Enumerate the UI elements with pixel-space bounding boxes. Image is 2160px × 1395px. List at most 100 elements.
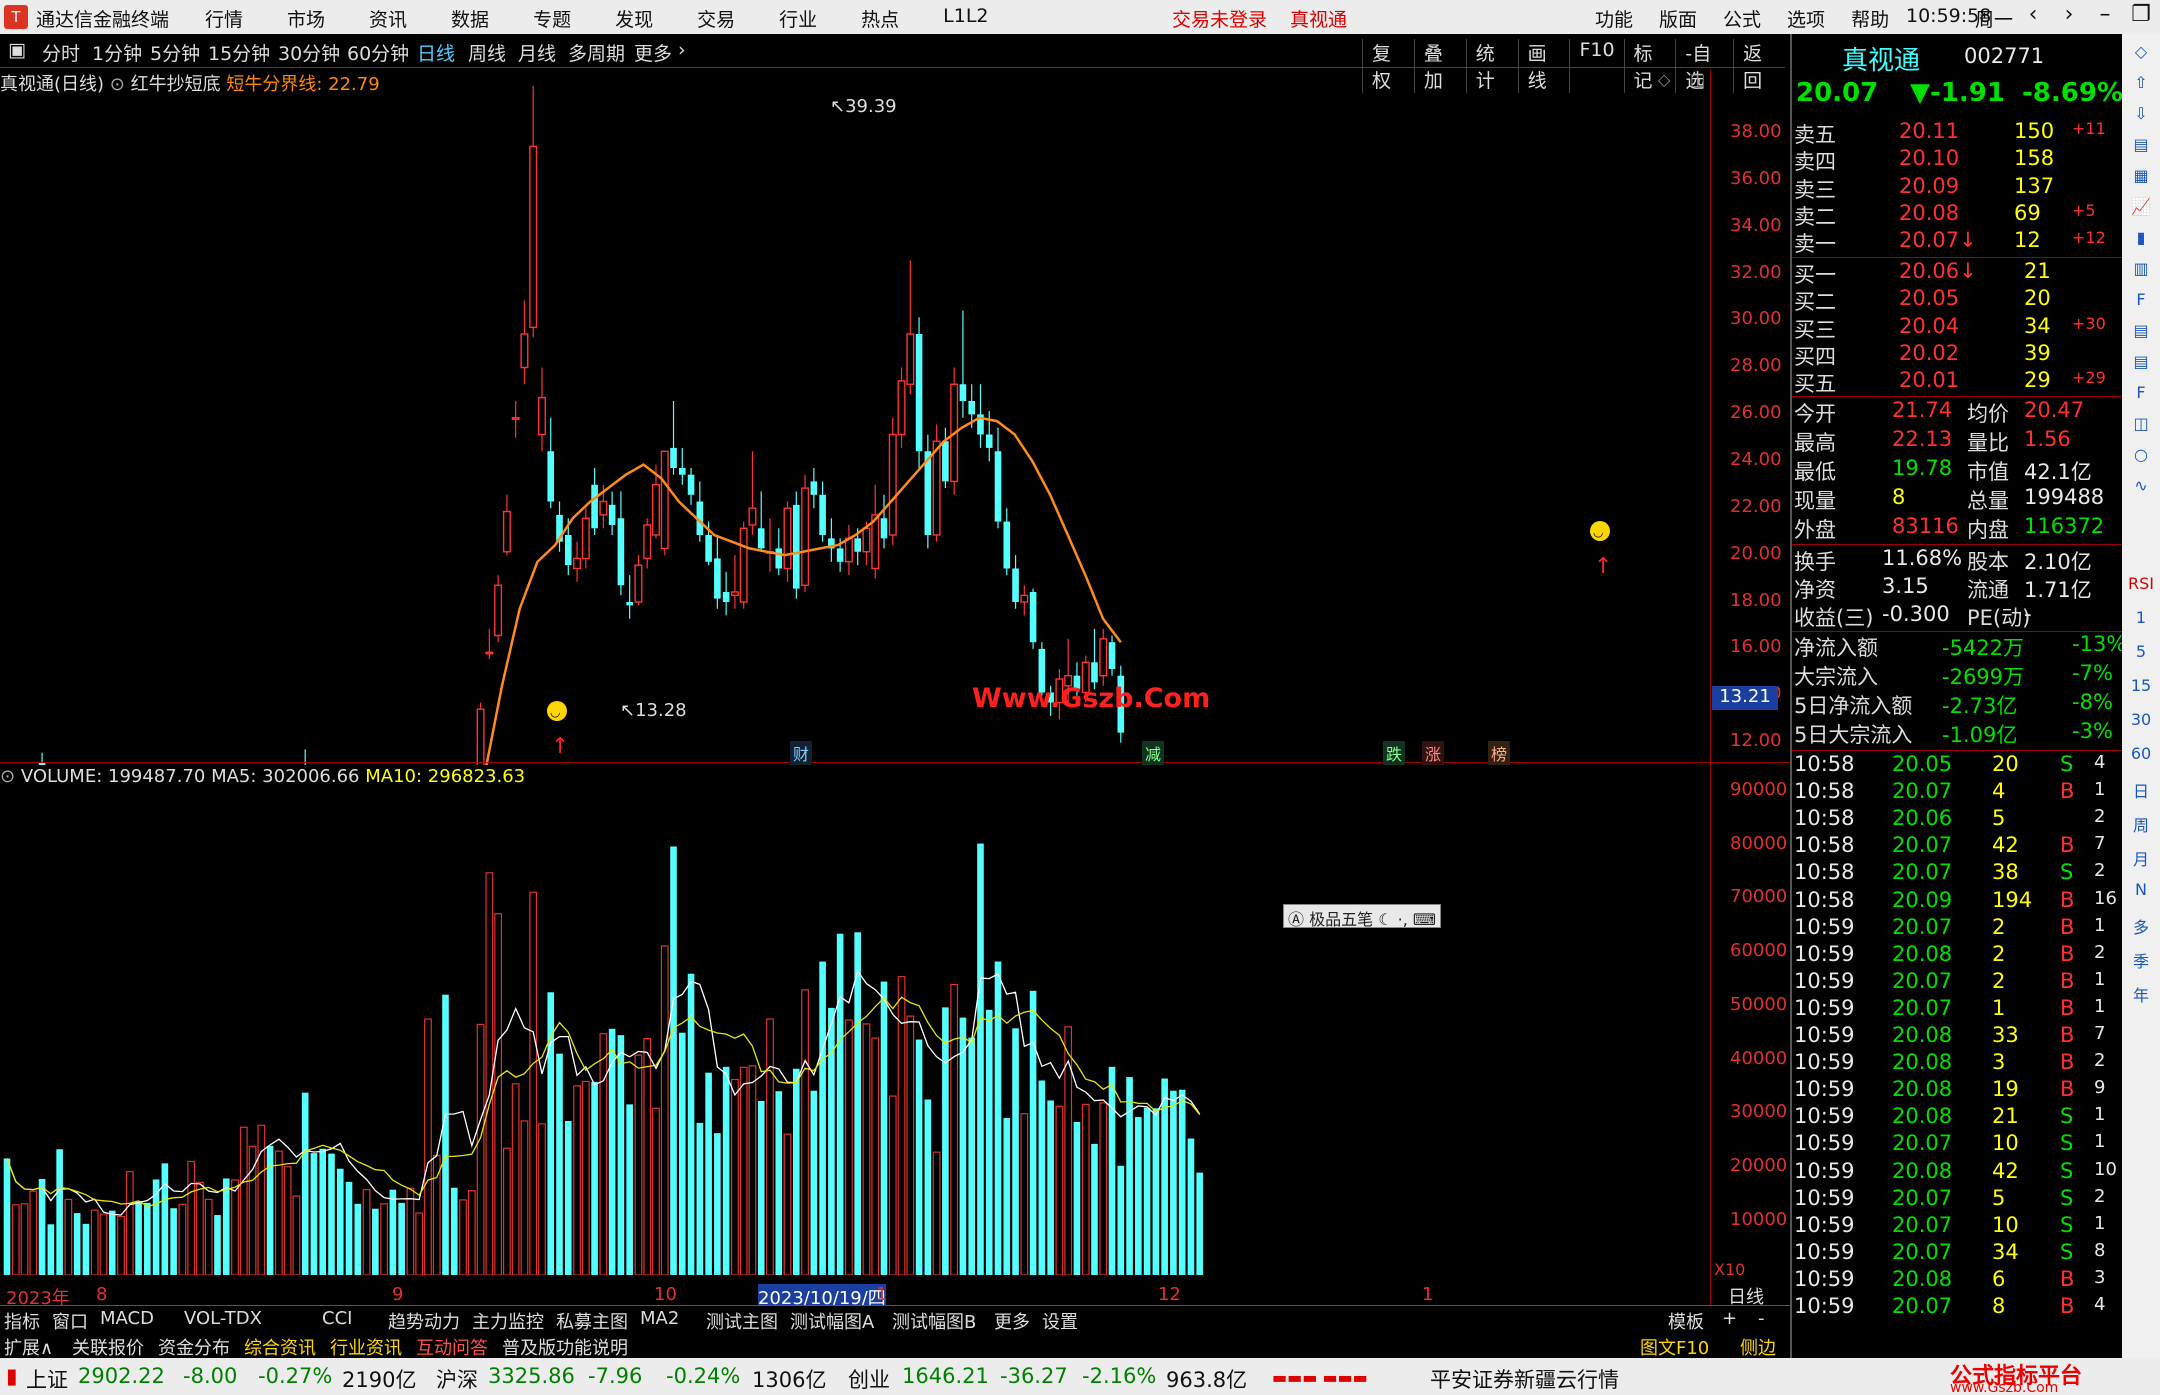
volume-bar[interactable]	[362, 1189, 371, 1275]
period-more[interactable]: 更多	[634, 39, 672, 66]
volume-bar[interactable]	[705, 1072, 712, 1275]
f2-icon[interactable]: F	[2126, 383, 2156, 402]
volume-bar[interactable]	[617, 1035, 625, 1275]
volume-bar[interactable]	[547, 992, 555, 1275]
info-tab[interactable]: 互动问答	[416, 1334, 488, 1360]
candle-body[interactable]	[994, 451, 1002, 522]
volume-bar[interactable]	[47, 1224, 55, 1275]
volume-bar[interactable]	[854, 932, 861, 1275]
candle-body[interactable]	[775, 548, 783, 569]
info-tab[interactable]: 扩展∧	[4, 1334, 53, 1360]
stat-row[interactable]: 外盘 83116 内盘 116372	[1792, 514, 2122, 542]
menu-item[interactable]: 行业	[779, 5, 817, 32]
bar-icon[interactable]: ▥	[2126, 259, 2156, 278]
flag-rise[interactable]: 涨	[1422, 741, 1445, 765]
keyboard-icon[interactable]: ⌨	[1413, 910, 1436, 929]
chart-icon[interactable]: 📈	[2126, 197, 2156, 216]
candle-body[interactable]	[1020, 594, 1029, 603]
volume-bar[interactable]	[398, 1202, 405, 1275]
volume-bar[interactable]	[810, 1090, 818, 1275]
volume-bar[interactable]	[1055, 1105, 1064, 1275]
indicator-tab[interactable]: 测试主图	[706, 1308, 778, 1334]
zoom-in-button[interactable]: +	[1722, 1308, 1737, 1329]
tick-row[interactable]: 10:59 20.08 3 B 2	[1792, 1050, 2122, 1077]
up-icon[interactable]: ⇧	[2126, 73, 2156, 92]
period-shortcut[interactable]: 1	[2126, 608, 2156, 627]
period-tab-active[interactable]: 日线	[417, 39, 455, 66]
volume-bar[interactable]	[144, 1202, 151, 1275]
volume-bar[interactable]	[1135, 1117, 1142, 1275]
menu-item[interactable]: 资讯	[369, 5, 407, 32]
menu-item[interactable]: 市场	[287, 5, 325, 32]
flow-row[interactable]: 大宗流入 -2699万 -7%	[1792, 661, 2122, 689]
period-shortcut[interactable]: 月	[2126, 846, 2156, 870]
tick-row[interactable]: 10:59 20.07 2 B 1	[1792, 915, 2122, 942]
list-icon[interactable]: ▤	[2126, 352, 2156, 371]
volume-bar[interactable]	[170, 1208, 177, 1275]
candle-body[interactable]	[819, 494, 826, 535]
forward-icon[interactable]: ›	[2051, 2, 2087, 27]
volume-bar[interactable]	[924, 1099, 932, 1276]
volume-bar[interactable]	[222, 1178, 230, 1275]
volume-bar[interactable]	[950, 983, 959, 1275]
candle-body[interactable]	[687, 474, 695, 495]
volume-bar[interactable]	[556, 1053, 563, 1275]
volume-bar[interactable]	[942, 1007, 949, 1275]
candle-body[interactable]	[985, 434, 993, 448]
indicator-tab[interactable]: 测试幅图B	[892, 1308, 976, 1334]
restore-icon[interactable]: ❐	[2123, 2, 2159, 27]
volume-bar[interactable]	[766, 1018, 774, 1275]
candle-body[interactable]	[932, 440, 941, 536]
stat-row[interactable]: 最低 19.78 市值 42.1亿	[1792, 456, 2122, 484]
candle-body[interactable]	[783, 507, 792, 570]
volume-bar[interactable]	[82, 1223, 90, 1275]
flow-row[interactable]: 5日大宗流入 -1.09亿 -3%	[1792, 719, 2122, 747]
volume-bar[interactable]	[117, 1215, 125, 1276]
volume-bar[interactable]	[626, 1104, 633, 1275]
volume-bar[interactable]	[634, 1054, 643, 1275]
volume-bar[interactable]	[793, 1068, 800, 1275]
menu-item[interactable]: 交易	[697, 5, 735, 32]
candle-body[interactable]	[547, 451, 555, 502]
menu-layout[interactable]: 版面	[1659, 5, 1697, 32]
volume-bar[interactable]	[538, 1123, 546, 1275]
volume-bar[interactable]	[1108, 1066, 1116, 1275]
grid-icon[interactable]: ▦	[2126, 166, 2156, 185]
stat-row[interactable]: 净资 3.15 流通 1.71亿	[1792, 574, 2122, 602]
volume-bar[interactable]	[29, 1190, 38, 1275]
volume-bar[interactable]	[757, 1100, 765, 1275]
period-shortcut[interactable]: 60	[2126, 744, 2156, 763]
volume-bar[interactable]	[985, 1009, 993, 1275]
period-tab[interactable]: 15分钟	[208, 39, 270, 66]
tick-row[interactable]: 10:59 20.07 5 S 2	[1792, 1186, 2122, 1213]
candle-body[interactable]	[651, 484, 660, 536]
volume-bar[interactable]	[599, 1033, 608, 1275]
candle-body[interactable]	[1003, 521, 1011, 569]
volume-bar[interactable]	[977, 843, 984, 1275]
volume-bar[interactable]	[862, 1023, 871, 1275]
period-tab[interactable]: 60分钟	[347, 39, 409, 66]
volume-bar[interactable]	[485, 872, 494, 1275]
volume-bar[interactable]	[845, 1019, 853, 1275]
wave-icon[interactable]: ∿	[2126, 476, 2156, 495]
menu-function[interactable]: 功能	[1595, 5, 1633, 32]
volume-bar[interactable]	[1152, 1108, 1160, 1275]
volume-bar[interactable]	[380, 1203, 389, 1275]
indicator-tab[interactable]: MACD	[100, 1308, 154, 1329]
menu-help[interactable]: 帮助	[1851, 5, 1889, 32]
cy-label[interactable]: 创业	[848, 1364, 890, 1394]
candle-body[interactable]	[748, 507, 757, 526]
volume-bar[interactable]	[135, 1200, 142, 1275]
chevron-right-icon[interactable]: ›	[678, 39, 686, 61]
volume-bar[interactable]	[1143, 1107, 1151, 1275]
stat-row[interactable]: 最高 22.13 量比 1.56	[1792, 427, 2122, 455]
volume-bar[interactable]	[20, 1203, 29, 1275]
candle-body[interactable]	[730, 591, 739, 597]
volume-bar[interactable]	[73, 1213, 81, 1275]
indicator-tab[interactable]: 更多	[994, 1308, 1030, 1334]
layout-icon[interactable]: ▣	[8, 39, 26, 61]
product-name[interactable]: 真视通	[1290, 5, 1347, 32]
period-shortcut[interactable]: 5	[2126, 642, 2156, 661]
side-tab[interactable]: 图文F10	[1640, 1334, 1709, 1360]
flag-ranking[interactable]: 榜	[1488, 741, 1511, 765]
